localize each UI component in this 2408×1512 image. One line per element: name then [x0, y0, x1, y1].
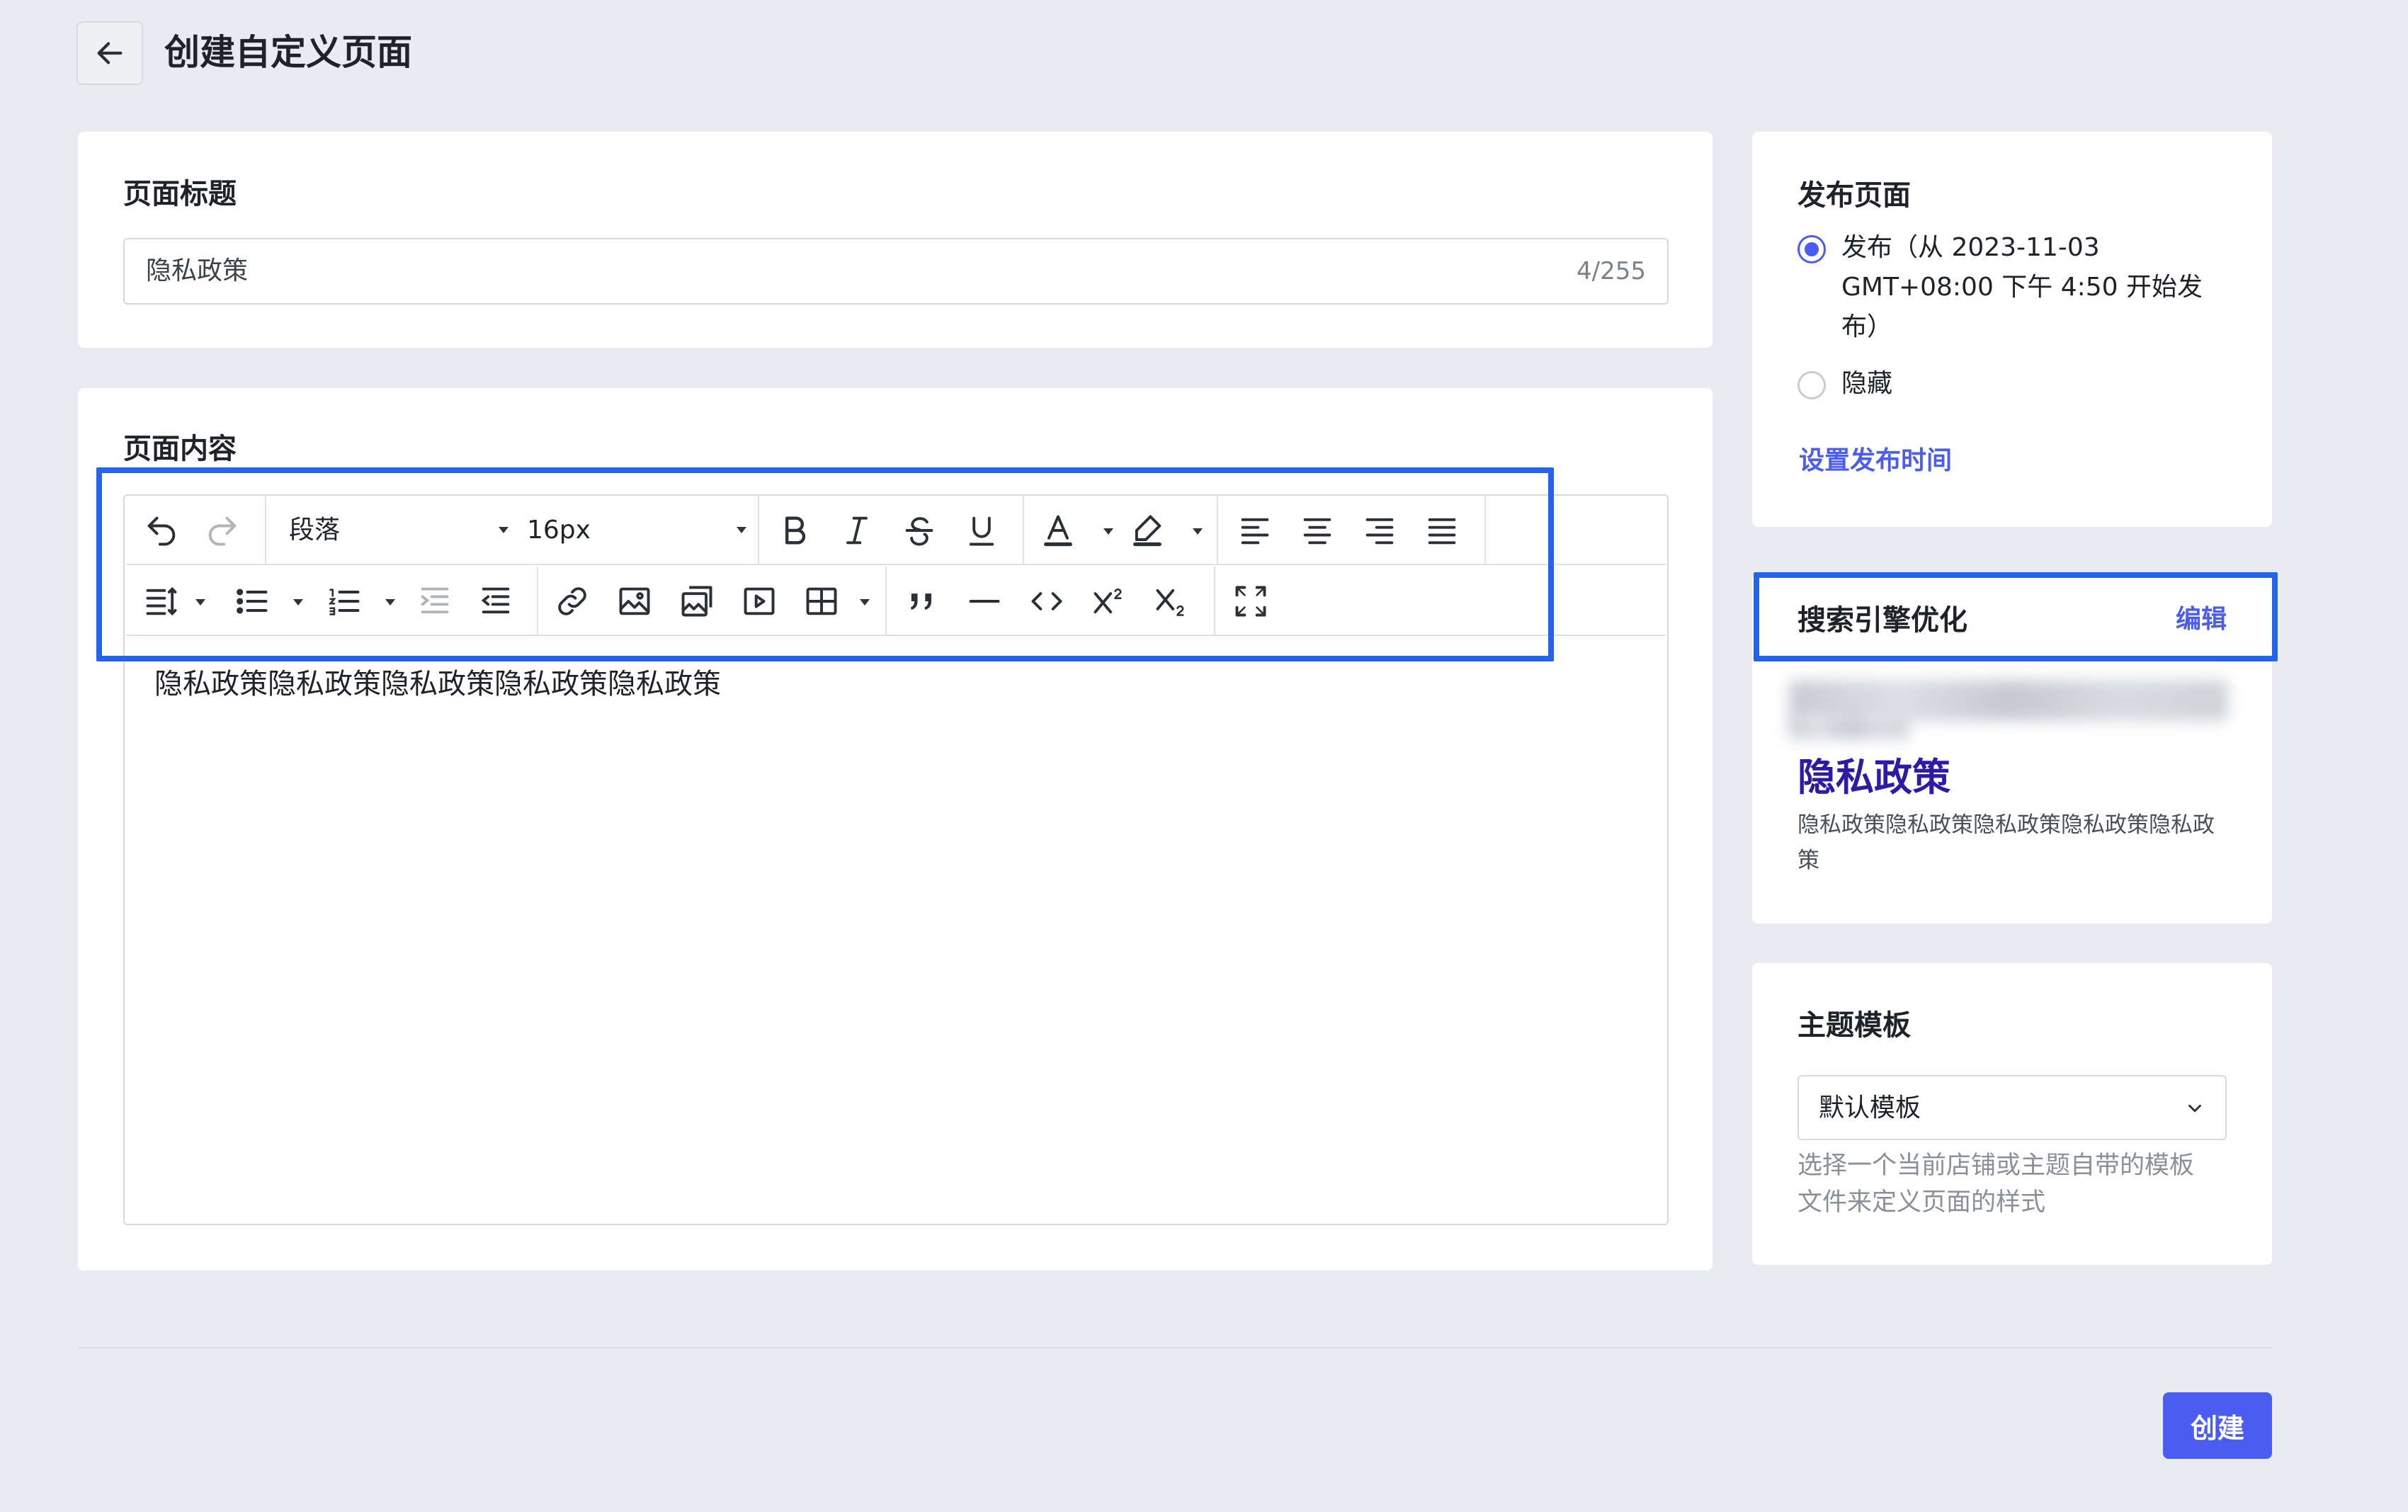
schedule-publish-link[interactable]: 设置发布时间 [1799, 443, 1952, 479]
seo-highlight-box [1754, 572, 2278, 661]
create-button[interactable]: 创建 [2163, 1392, 2272, 1459]
editor-body[interactable]: 隐私政策隐私政策隐私政策隐私政策隐私政策 [154, 663, 1646, 705]
publish-option-label: 发布（从 2023-11-03 GMT+08:00 下午 4:50 开始发 布） [1841, 228, 2203, 347]
char-counter: 4/255 [1577, 257, 1646, 285]
publish-card: 发布页面 发布（从 2023-11-03 GMT+08:00 下午 4:50 开… [1752, 132, 2272, 527]
back-arrow-icon [97, 42, 123, 64]
back-button[interactable] [76, 21, 143, 85]
page-title-input[interactable]: 隐私政策 4/255 [123, 238, 1669, 305]
helper-line: 文件来定义页面的样式 [1798, 1188, 2046, 1217]
theme-template-helper: 选择一个当前店铺或主题自带的模板 文件来定义页面的样式 [1798, 1147, 2194, 1221]
theme-template-value: 默认模板 [1819, 1093, 1921, 1122]
publish-title: 发布页面 [1798, 179, 1911, 212]
page-title-label: 页面标题 [123, 178, 237, 210]
helper-line: 选择一个当前店铺或主题自带的模板 [1798, 1152, 2195, 1180]
footer-divider [78, 1347, 2272, 1348]
seo-desc-line: 隐私政策隐私政策隐私政策隐私政策隐私政 [1798, 812, 2215, 838]
publish-option-line: 布） [1841, 312, 1893, 341]
page-title-value: 隐私政策 [146, 256, 249, 285]
theme-template-card: 主题模板 默认模板 选择一个当前店铺或主题自带的模板 文件来定义页面的样式 [1752, 963, 2272, 1265]
hide-radio[interactable] [1798, 371, 1826, 399]
page-title: 创建自定义页面 [164, 32, 412, 73]
publish-option-line: 发布（从 2023-11-03 [1841, 233, 2100, 262]
publish-option-line: GMT+08:00 下午 4:50 开始发 [1841, 273, 2203, 302]
toolbar-highlight-box [96, 467, 1554, 661]
theme-template-title: 主题模板 [1798, 1009, 1911, 1042]
seo-desc-line: 策 [1798, 848, 1819, 873]
seo-url-preview-blurred [1789, 715, 1909, 739]
theme-template-select[interactable]: 默认模板 [1798, 1075, 2227, 1140]
hide-option-label: 隐藏 [1841, 369, 1893, 398]
seo-preview-title: 隐私政策 [1798, 755, 1950, 800]
page-content-label: 页面内容 [123, 433, 237, 465]
publish-radio[interactable] [1798, 235, 1826, 263]
page-title-card: 页面标题 隐私政策 4/255 [78, 132, 1713, 348]
seo-preview-description: 隐私政策隐私政策隐私政策隐私政策隐私政 策 [1798, 807, 2215, 878]
chevron-down-icon [2188, 1104, 2201, 1113]
